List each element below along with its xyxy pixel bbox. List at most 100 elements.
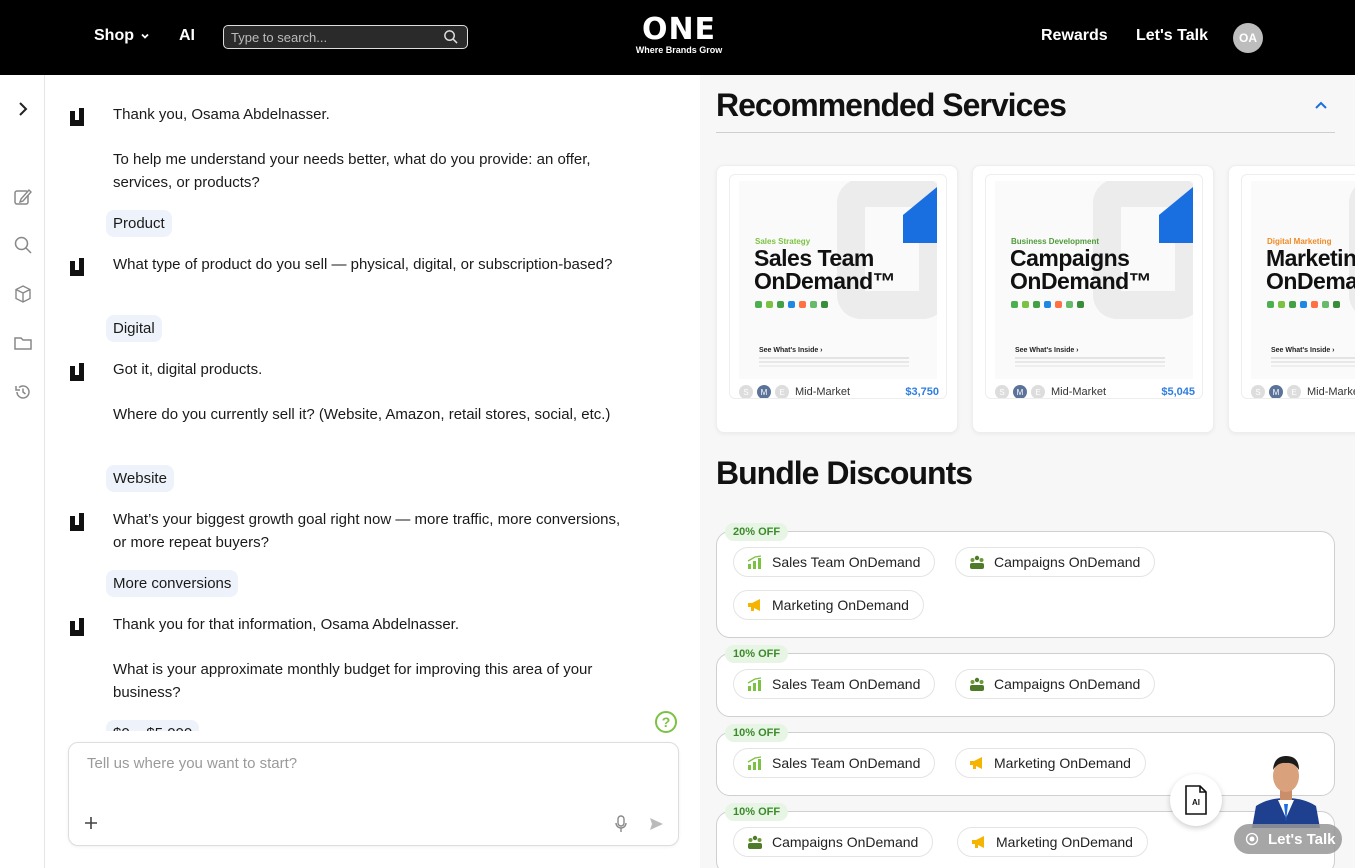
bot-message-text: What is your approximate monthly budget … [113, 661, 593, 701]
tier-dot-selected: M [1269, 385, 1283, 398]
user-reply[interactable]: More conversions [106, 570, 239, 597]
bundle-discounts-title: Bundle Discounts [716, 455, 973, 491]
shop-menu[interactable]: Shop [94, 27, 150, 45]
logo-tagline: Where Brands Grow [635, 45, 723, 55]
cover-image: Business Development Campaigns OnDemand™ … [995, 181, 1193, 379]
user-reply[interactable]: Product [106, 210, 172, 237]
service-title: MarketingOnDemand™ [1266, 245, 1355, 294]
tier-dot-selected: M [757, 385, 771, 398]
cover-image: Sales Strategy Sales Team OnDemand™ See W… [739, 181, 937, 379]
bot-message: What type of product do you sell — physi… [68, 253, 628, 276]
help-button[interactable]: ? [655, 711, 677, 733]
discount-badge: 20% OFF [725, 523, 789, 541]
chevron-up-icon [1315, 101, 1327, 109]
agent-photo[interactable] [1248, 748, 1324, 828]
rewards-link[interactable]: Rewards [1041, 27, 1108, 45]
broadcast-icon [1245, 832, 1259, 846]
bot-message-text: Thank you for that information, Osama Ab… [113, 616, 460, 633]
discount-badge: 10% OFF [725, 645, 789, 663]
service-title: Campaigns OnDemand™ [1010, 245, 1152, 294]
service-tier: Mid-Market [1051, 386, 1107, 398]
service-card[interactable]: Digital Marketing MarketingOnDemand™ See… [1228, 165, 1355, 433]
bot-message: What’s your biggest growth goal right no… [68, 508, 628, 554]
bundle-option[interactable]: 10% OFF Sales Team OnDemand Marketing On… [716, 724, 1335, 796]
tier-dot: E [775, 385, 789, 398]
bot-message-text: To help me understand your needs better,… [113, 151, 591, 191]
bot-avatar-icon [70, 108, 84, 126]
tier-dot: S [739, 385, 753, 398]
logo-mark: ONE [641, 12, 717, 47]
service-tier: Mid-Market [1307, 386, 1355, 398]
tier-dot: E [1031, 385, 1045, 398]
bot-message: Where do you currently sell it? (Website… [68, 403, 628, 426]
search-box [223, 25, 468, 49]
service-card-cover: Business Development Campaigns OnDemand™ … [985, 174, 1203, 399]
user-reply[interactable]: $0 – $5,000 [106, 720, 200, 731]
service-tier: Mid-Market [795, 386, 851, 398]
bot-message: Got it, digital products. [68, 358, 628, 381]
attach-button[interactable] [81, 813, 101, 833]
bundle-service-chip: Campaigns OnDemand [955, 547, 1156, 577]
service-title: Sales Team OnDemand™ [754, 245, 896, 294]
brand-logo[interactable]: ONE Where Brands Grow [632, 12, 726, 56]
channel-icons [755, 301, 828, 308]
user-reply[interactable]: Digital [106, 315, 162, 342]
user-avatar[interactable]: OA [1233, 23, 1263, 53]
shop-label: Shop [94, 27, 134, 44]
ai-doc-label: AI [1192, 798, 1200, 807]
chart-growth-icon [747, 677, 762, 691]
bundle-service-chip: Marketing OnDemand [955, 748, 1146, 778]
bot-message: Thank you, Osama Abdelnasser. [68, 103, 628, 126]
top-navigation-bar: Shop AI ONE Where Brands Grow Rewards Le… [0, 0, 1355, 75]
megaphone-icon [972, 836, 984, 848]
bot-avatar-icon [70, 618, 84, 636]
service-card[interactable]: Business Development Campaigns OnDemand™ … [972, 165, 1214, 433]
bot-message-text: Got it, digital products. [113, 361, 263, 378]
chat-composer [68, 742, 679, 846]
lets-talk-link[interactable]: Let's Talk [1136, 27, 1208, 45]
service-price: $3,750 [905, 386, 939, 398]
team-icon [970, 555, 984, 569]
lets-talk-widget[interactable]: Let's Talk [1234, 824, 1342, 854]
tier-dot: E [1287, 385, 1301, 398]
bot-message: To help me understand your needs better,… [68, 148, 628, 194]
cover-image: Digital Marketing MarketingOnDemand™ See… [1251, 181, 1355, 379]
bundle-service-chip: Marketing OnDemand [733, 590, 924, 620]
bot-message-text: Where do you currently sell it? (Website… [113, 406, 611, 423]
team-icon [970, 677, 984, 691]
bot-avatar-icon [70, 513, 84, 531]
ai-document-icon: AI [1185, 785, 1207, 815]
bundle-service-chip: Sales Team OnDemand [733, 748, 936, 778]
search-input[interactable] [231, 28, 436, 46]
service-card[interactable]: Sales Strategy Sales Team OnDemand™ See W… [716, 165, 958, 433]
bot-message-text: Thank you, Osama Abdelnasser. [113, 106, 330, 123]
bundle-service-chip: Campaigns OnDemand [955, 669, 1156, 699]
team-icon [748, 835, 762, 849]
see-whats-inside: See What's Inside › [1015, 347, 1079, 354]
tier-dot-selected: M [1013, 385, 1027, 398]
bot-message-text: What’s your biggest growth goal right no… [113, 511, 621, 551]
bundle-service-chip: Marketing OnDemand [957, 827, 1148, 857]
megaphone-icon [748, 599, 760, 611]
channel-icons [1267, 301, 1340, 308]
see-whats-inside: See What's Inside › [759, 347, 823, 354]
service-meta: S M E Mid-Market $5,045 [995, 384, 1195, 398]
bundle-option[interactable]: 20% OFF Sales Team OnDemand Campaigns On… [716, 523, 1335, 638]
ai-menu[interactable]: AI [179, 27, 195, 45]
service-meta: S M E Mid-Market [1251, 384, 1355, 398]
chat-input[interactable] [87, 755, 657, 805]
ai-document-button[interactable]: AI [1170, 774, 1222, 826]
bundle-option[interactable]: 10% OFF Sales Team OnDemand Campaigns On… [716, 645, 1335, 717]
megaphone-icon [970, 757, 982, 769]
bundle-service-chip: Sales Team OnDemand [733, 669, 936, 699]
bot-avatar-icon [70, 363, 84, 381]
send-button[interactable] [645, 813, 667, 835]
bundle-service-chip: Campaigns OnDemand [733, 827, 934, 857]
voice-button[interactable] [611, 813, 631, 835]
chart-growth-icon [747, 555, 762, 569]
chat-messages: Thank you, Osama Abdelnasser. To help me… [0, 75, 700, 731]
user-reply[interactable]: Website [106, 465, 174, 492]
search-icon[interactable] [443, 29, 458, 44]
collapse-button[interactable] [1314, 97, 1328, 115]
see-whats-inside: See What's Inside › [1271, 347, 1335, 354]
